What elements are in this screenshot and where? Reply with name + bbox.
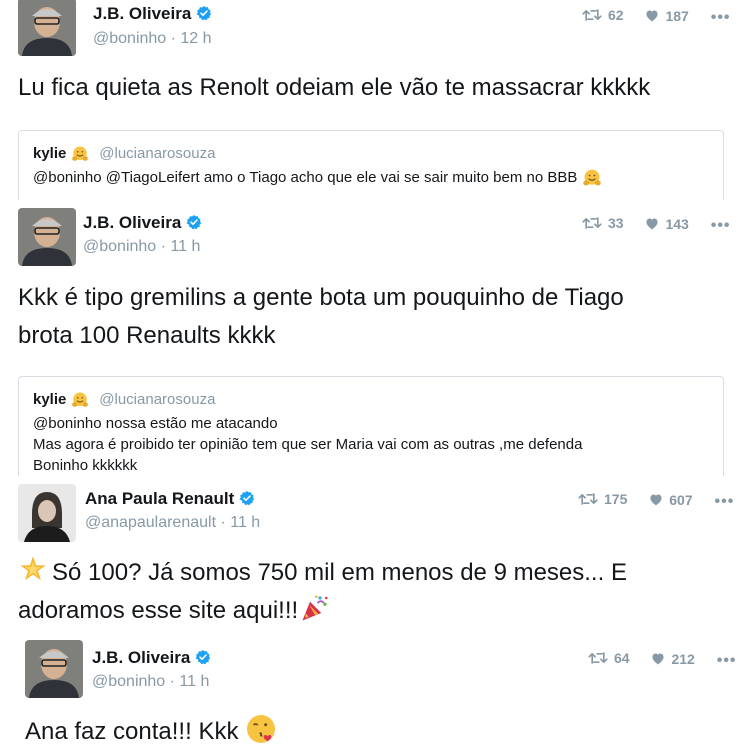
handle: @boninho	[83, 238, 157, 255]
verified-icon	[239, 490, 255, 506]
heart-icon	[649, 493, 663, 506]
like-button[interactable]: 143	[645, 215, 689, 232]
heart-icon	[651, 652, 665, 665]
timestamp[interactable]: 11 h	[170, 238, 200, 255]
tweet-actions: 62 187 •••	[582, 7, 731, 27]
retweet-button[interactable]: 175	[578, 491, 627, 507]
avatar[interactable]	[18, 208, 76, 266]
retweet-icon	[578, 492, 598, 506]
tweet-3[interactable]: Ana Paula Renault @anapaularenault · 11 …	[0, 476, 750, 636]
tweet-2[interactable]: J.B. Oliveira @boninho · 11 h 33 143 •••…	[0, 200, 750, 487]
avatar-photo	[18, 484, 76, 542]
hugging-emoji	[582, 168, 602, 188]
tweet-4[interactable]: J.B. Oliveira @boninho · 11 h 64 212 •••…	[0, 636, 750, 750]
avatar-photo	[18, 208, 76, 266]
display-name[interactable]: J.B. Oliveira	[83, 213, 202, 233]
quoted-handle: @lucianarosouza	[99, 391, 216, 409]
star-emoji	[18, 555, 48, 585]
like-count: 607	[669, 491, 693, 508]
quoted-tweet[interactable]: kylie @lucianarosouza @boninho @TiagoLei…	[18, 130, 724, 211]
quoted-name: kylie	[33, 145, 67, 163]
retweet-button[interactable]: 64	[588, 650, 630, 666]
quoted-text: @boninho nossa estão me atacando Mas ago…	[33, 415, 583, 474]
display-name[interactable]: J.B. Oliveira	[92, 648, 211, 668]
quoted-text: @boninho @TiagoLeifert amo o Tiago acho …	[33, 169, 578, 186]
retweet-count: 64	[614, 650, 630, 666]
like-count: 187	[665, 7, 689, 24]
handle: @anapaularenault	[85, 514, 217, 531]
tweet-actions: 64 212 •••	[588, 650, 737, 670]
hugging-emoji	[71, 391, 89, 409]
timestamp[interactable]: 12 h	[180, 30, 211, 47]
retweet-count: 175	[604, 491, 628, 507]
more-icon[interactable]: •••	[711, 217, 731, 235]
tweet-text: Só 100? Já somos 750 mil em menos de 9 m…	[18, 554, 627, 630]
quoted-tweet[interactable]: kylie @lucianarosouza @boninho nossa est…	[18, 376, 724, 487]
retweet-button[interactable]: 62	[582, 7, 624, 23]
retweet-count: 62	[608, 7, 624, 23]
handle-and-time[interactable]: @anapaularenault · 11 h	[85, 514, 260, 532]
tweet-text: Lu fica quieta as Renolt odeiam ele vão …	[18, 74, 651, 101]
retweet-icon	[588, 651, 608, 665]
tweet-actions: 175 607 •••	[578, 491, 734, 511]
quoted-name: kylie	[33, 391, 67, 409]
handle-and-time[interactable]: @boninho · 11 h	[92, 673, 209, 691]
heart-icon	[645, 217, 659, 230]
like-count: 143	[665, 215, 689, 232]
retweet-icon	[582, 8, 602, 22]
timestamp[interactable]: 11 h	[230, 514, 260, 531]
avatar-photo	[25, 640, 83, 698]
display-name[interactable]: Ana Paula Renault	[85, 489, 255, 509]
verified-icon	[195, 649, 211, 665]
tweet-text: Ana faz conta!!! Kkk	[25, 713, 277, 751]
retweet-count: 33	[608, 215, 624, 231]
hugging-emoji	[71, 145, 89, 163]
verified-icon	[196, 5, 212, 21]
tweet-1[interactable]: J.B. Oliveira @boninho · 12 h 62 187 •••…	[0, 0, 750, 211]
handle-and-time[interactable]: @boninho · 12 h	[93, 30, 212, 48]
more-icon[interactable]: •••	[717, 652, 737, 670]
like-button[interactable]: 212	[651, 650, 695, 667]
kiss-emoji	[245, 713, 277, 745]
handle-and-time[interactable]: @boninho · 11 h	[83, 238, 200, 256]
like-button[interactable]: 187	[645, 7, 689, 24]
like-button[interactable]: 607	[649, 491, 693, 508]
tweet-actions: 33 143 •••	[582, 215, 731, 235]
quoted-handle: @lucianarosouza	[99, 145, 216, 163]
heart-icon	[645, 9, 659, 22]
retweet-button[interactable]: 33	[582, 215, 624, 231]
more-icon[interactable]: •••	[711, 9, 731, 27]
more-icon[interactable]: •••	[715, 493, 735, 511]
display-name[interactable]: J.B. Oliveira	[93, 4, 212, 24]
like-count: 212	[671, 650, 695, 667]
timestamp[interactable]: 11 h	[179, 673, 209, 690]
handle: @boninho	[92, 673, 166, 690]
avatar[interactable]	[25, 640, 83, 698]
handle: @boninho	[93, 30, 167, 47]
avatar-photo	[18, 0, 76, 56]
avatar[interactable]	[18, 0, 76, 56]
verified-icon	[186, 214, 202, 230]
avatar[interactable]	[18, 484, 76, 542]
retweet-icon	[582, 216, 602, 230]
party-popper-emoji	[300, 593, 330, 623]
tweet-text: Kkk é tipo gremilins a gente bota um pou…	[18, 284, 624, 349]
